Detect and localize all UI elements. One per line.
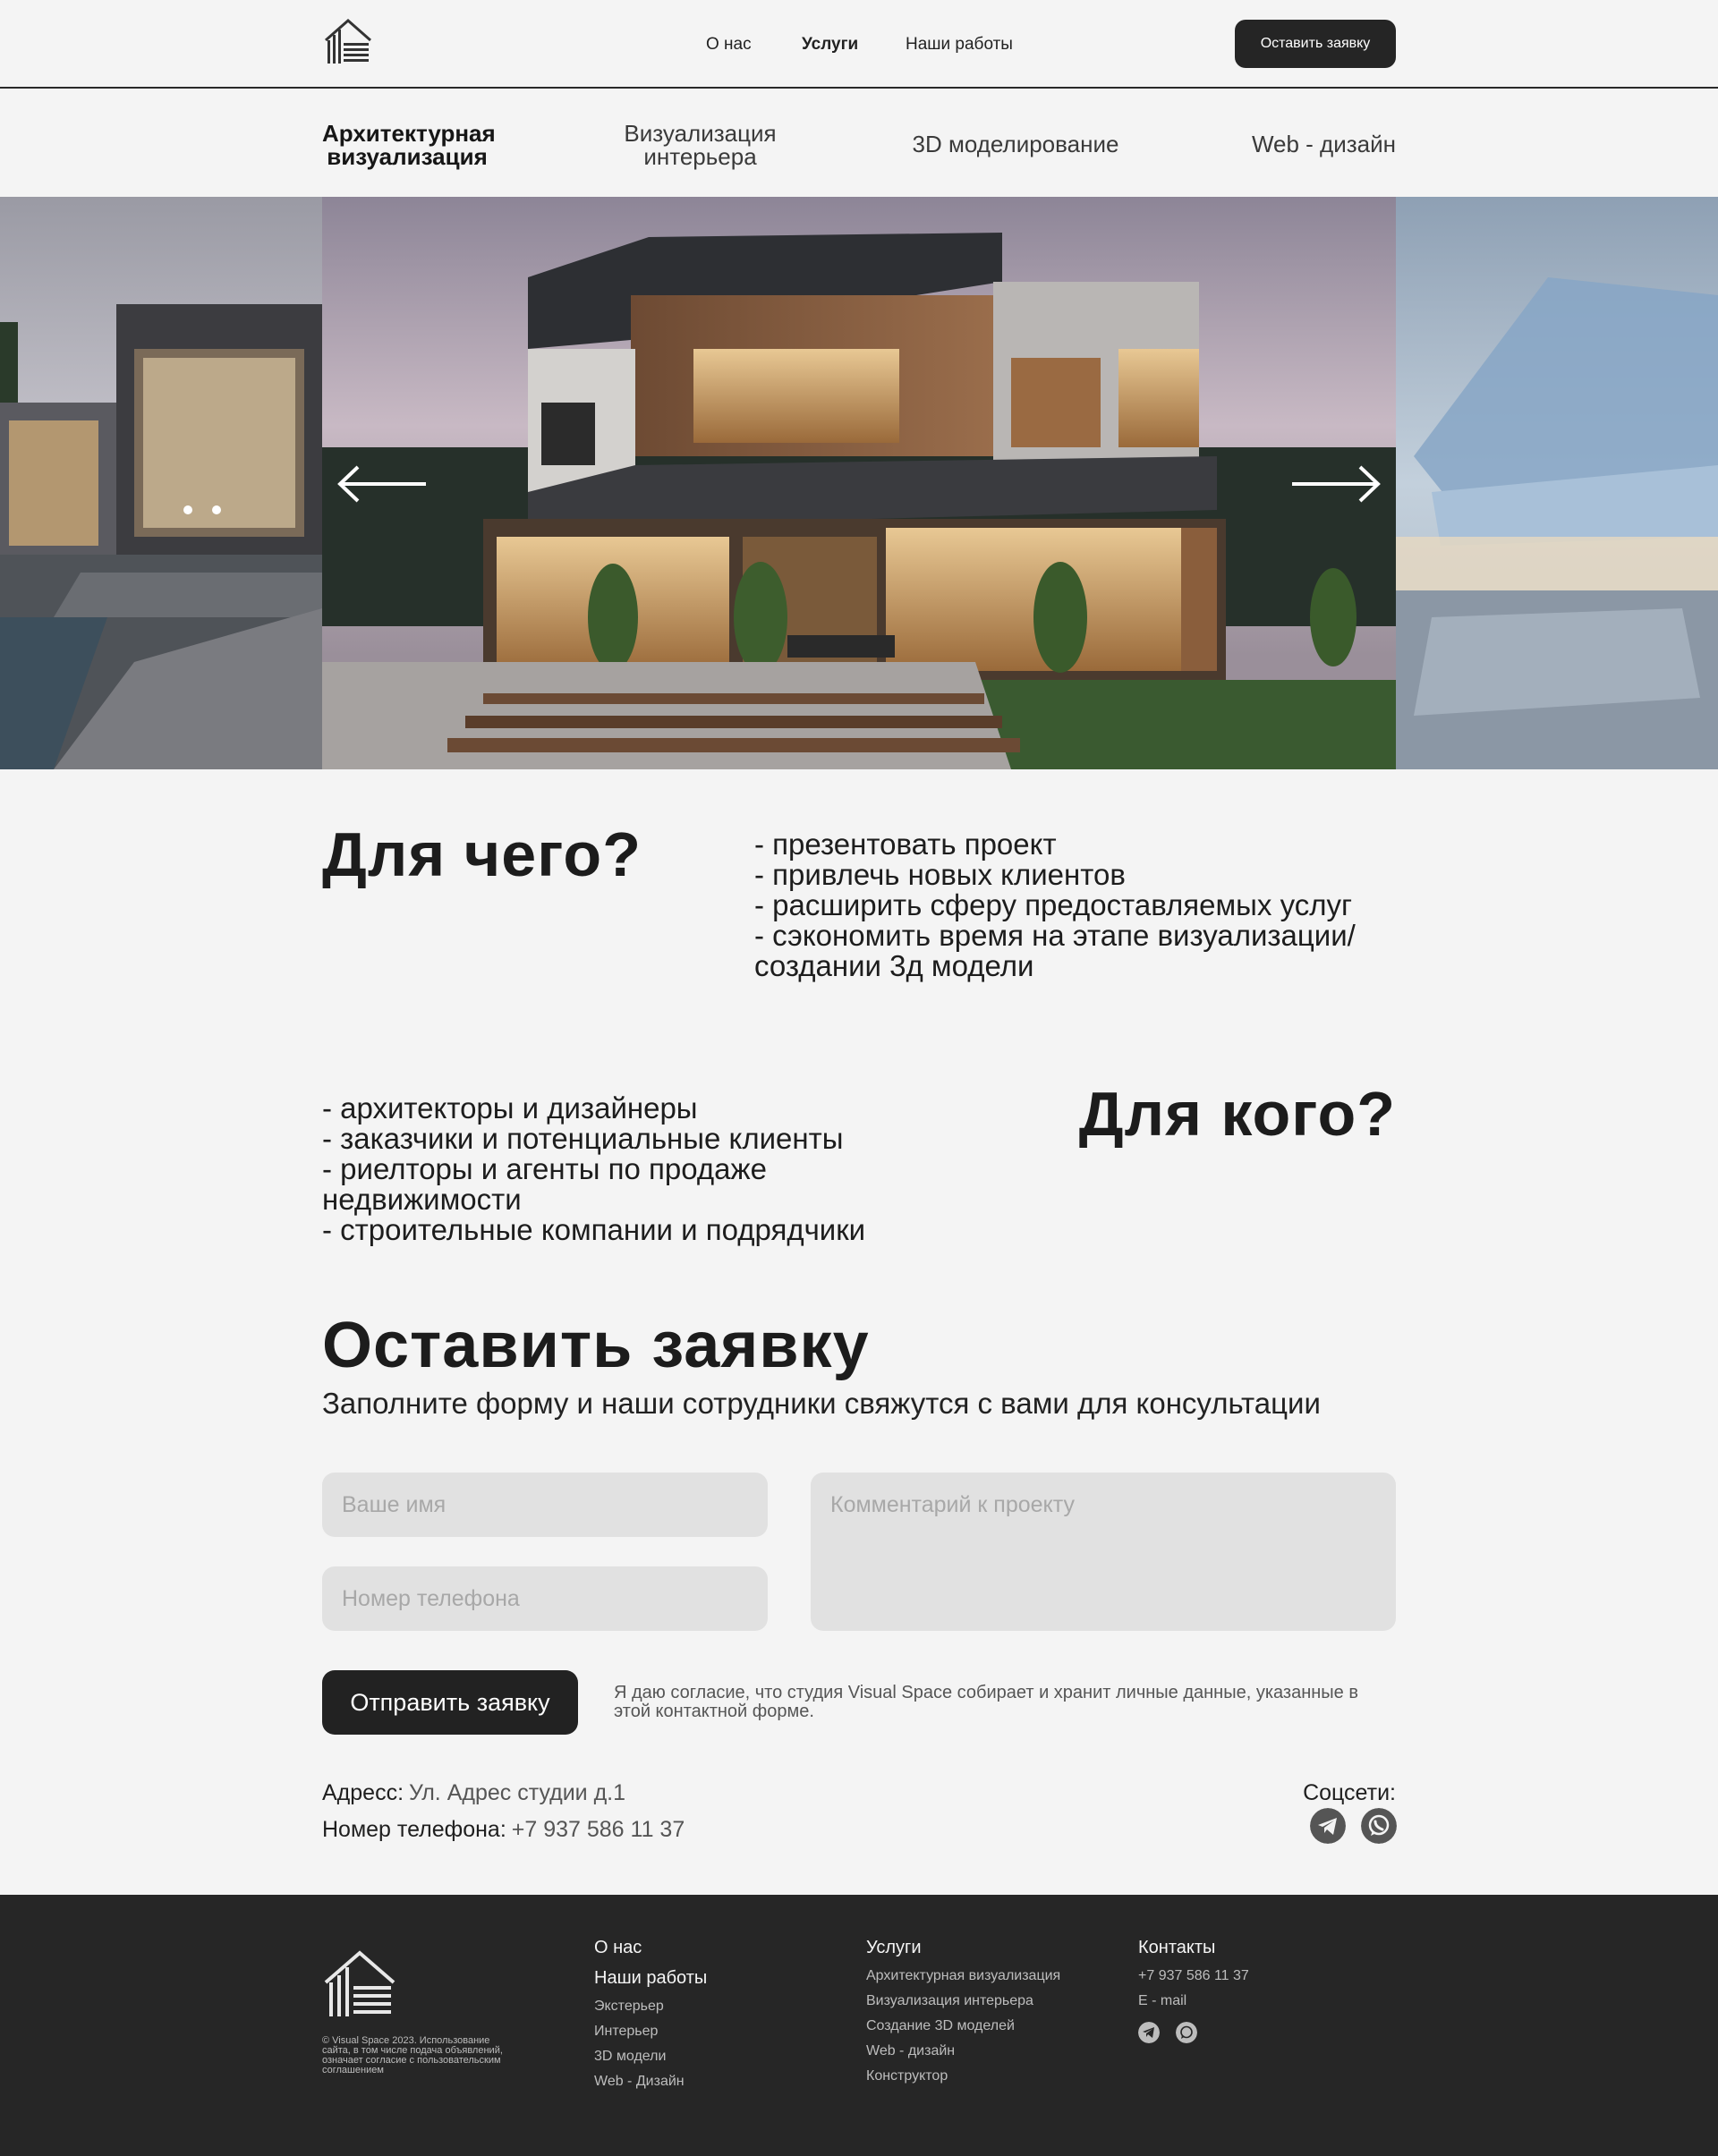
nav-works[interactable]: Наши работы (906, 35, 1013, 55)
address-line: Адресс: Ул. Адрес студии д.1 (322, 1780, 625, 1806)
footer-link[interactable]: 3D модели (594, 2049, 707, 2065)
footer-phone[interactable]: +7 937 586 11 37 (1138, 1968, 1249, 1984)
footer-link[interactable]: Web - дизайн (866, 2043, 1060, 2059)
phone-value[interactable]: +7 937 586 11 37 (512, 1817, 685, 1842)
social-label: Соцсети: (1303, 1780, 1396, 1805)
list-item: - привлечь новых клиентов (754, 858, 1126, 891)
footer-link[interactable]: Архитектурная визуализация (866, 1968, 1060, 1984)
whatsapp-icon[interactable] (1176, 2022, 1198, 2043)
footer-link[interactable]: Конструктор (866, 2068, 1060, 2084)
footer-link-about[interactable]: О нас (594, 1938, 707, 1958)
footer-column-contacts: Контакты +7 937 586 11 37 E - mail (1138, 1938, 1249, 2048)
telegram-icon[interactable] (1310, 1808, 1346, 1844)
footer-logo-icon[interactable] (322, 1950, 397, 2018)
footer-copyright: © Visual Space 2023. Использование сайта… (322, 2035, 503, 2075)
footer-link[interactable]: Визуализация интерьера (866, 1993, 1060, 2009)
nav-services[interactable]: Услуги (802, 35, 858, 55)
tab-web-design[interactable]: Web - дизайн (1235, 132, 1396, 156)
phone-input[interactable]: Номер телефона (322, 1566, 768, 1631)
why-list: - презентовать проект - привлечь новых к… (754, 829, 1399, 981)
tab-interior-visualization[interactable]: Визуализация интерьера (617, 122, 783, 168)
list-item: - строительные компании и подрядчики (322, 1213, 866, 1246)
footer-link[interactable]: Экстерьер (594, 1999, 707, 2015)
footer-column-services: Услуги Архитектурная визуализация Визуал… (866, 1938, 1060, 2093)
list-item: - архитекторы и дизайнеры (322, 1091, 698, 1125)
footer-contacts-title: Контакты (1138, 1938, 1216, 1957)
consent-text: Я даю согласие, что студия Visual Space … (614, 1683, 1358, 1721)
image-slider (0, 197, 1718, 769)
slide-image-previous (0, 197, 322, 769)
leave-request-button[interactable]: Оставить заявку (1235, 20, 1396, 68)
address-value: Ул. Адрес студии д.1 (409, 1780, 626, 1805)
telegram-icon[interactable] (1138, 2022, 1160, 2043)
slider-next-arrow-icon[interactable] (1288, 463, 1382, 505)
form-title: Оставить заявку (322, 1310, 870, 1381)
form-subtitle: Заполните форму и наши сотрудники свяжут… (322, 1387, 1321, 1420)
site-header: О нас Услуги Наши работы Оставить заявку (0, 0, 1718, 89)
whatsapp-icon[interactable] (1361, 1808, 1397, 1844)
slide-image-current (322, 197, 1396, 769)
footer-link[interactable]: Создание 3D моделей (866, 2018, 1060, 2034)
footer-social-icons (1138, 2018, 1249, 2048)
footer-email[interactable]: E - mail (1138, 1993, 1249, 2009)
comment-textarea[interactable]: Комментарий к проекту (811, 1473, 1396, 1631)
submit-request-button[interactable]: Отправить заявку (322, 1670, 578, 1735)
slider-prev-arrow-icon[interactable] (336, 463, 430, 505)
footer-column-about: О нас Наши работы Экстерьер Интерьер 3D … (594, 1938, 707, 2099)
tab-3d-modeling[interactable]: 3D моделирование (904, 132, 1127, 156)
footer-link[interactable]: Web - Дизайн (594, 2074, 707, 2090)
name-input[interactable]: Ваше имя (322, 1473, 768, 1537)
logo-icon[interactable] (322, 19, 374, 65)
list-item: - расширить сферу предоставляемых услуг (754, 888, 1352, 921)
nav-about[interactable]: О нас (706, 35, 752, 55)
whom-list: - архитекторы и дизайнеры - заказчики и … (322, 1093, 948, 1245)
whom-title: Для кого? (1078, 1079, 1396, 1149)
slide-image-next (1396, 197, 1718, 769)
list-item: - презентовать проект (754, 828, 1057, 861)
why-title: Для чего? (322, 819, 642, 889)
list-item: - сэкономить время на этапе визуализации… (754, 919, 1356, 982)
address-label: Адресс: (322, 1780, 404, 1805)
list-item: - заказчики и потенциальные клиенты (322, 1122, 844, 1155)
list-item: - риелторы и агенты по продаже недвижимо… (322, 1152, 767, 1216)
phone-label: Номер телефона: (322, 1817, 506, 1842)
site-footer: © Visual Space 2023. Использование сайта… (0, 1895, 1718, 2156)
footer-services-title[interactable]: Услуги (866, 1938, 1060, 1958)
tab-arch-visualization[interactable]: Архитектурная визуализация (322, 122, 496, 168)
phone-line: Номер телефона: +7 937 586 11 37 (322, 1817, 685, 1843)
footer-link-works[interactable]: Наши работы (594, 1968, 707, 1989)
footer-link[interactable]: Интерьер (594, 2024, 707, 2040)
